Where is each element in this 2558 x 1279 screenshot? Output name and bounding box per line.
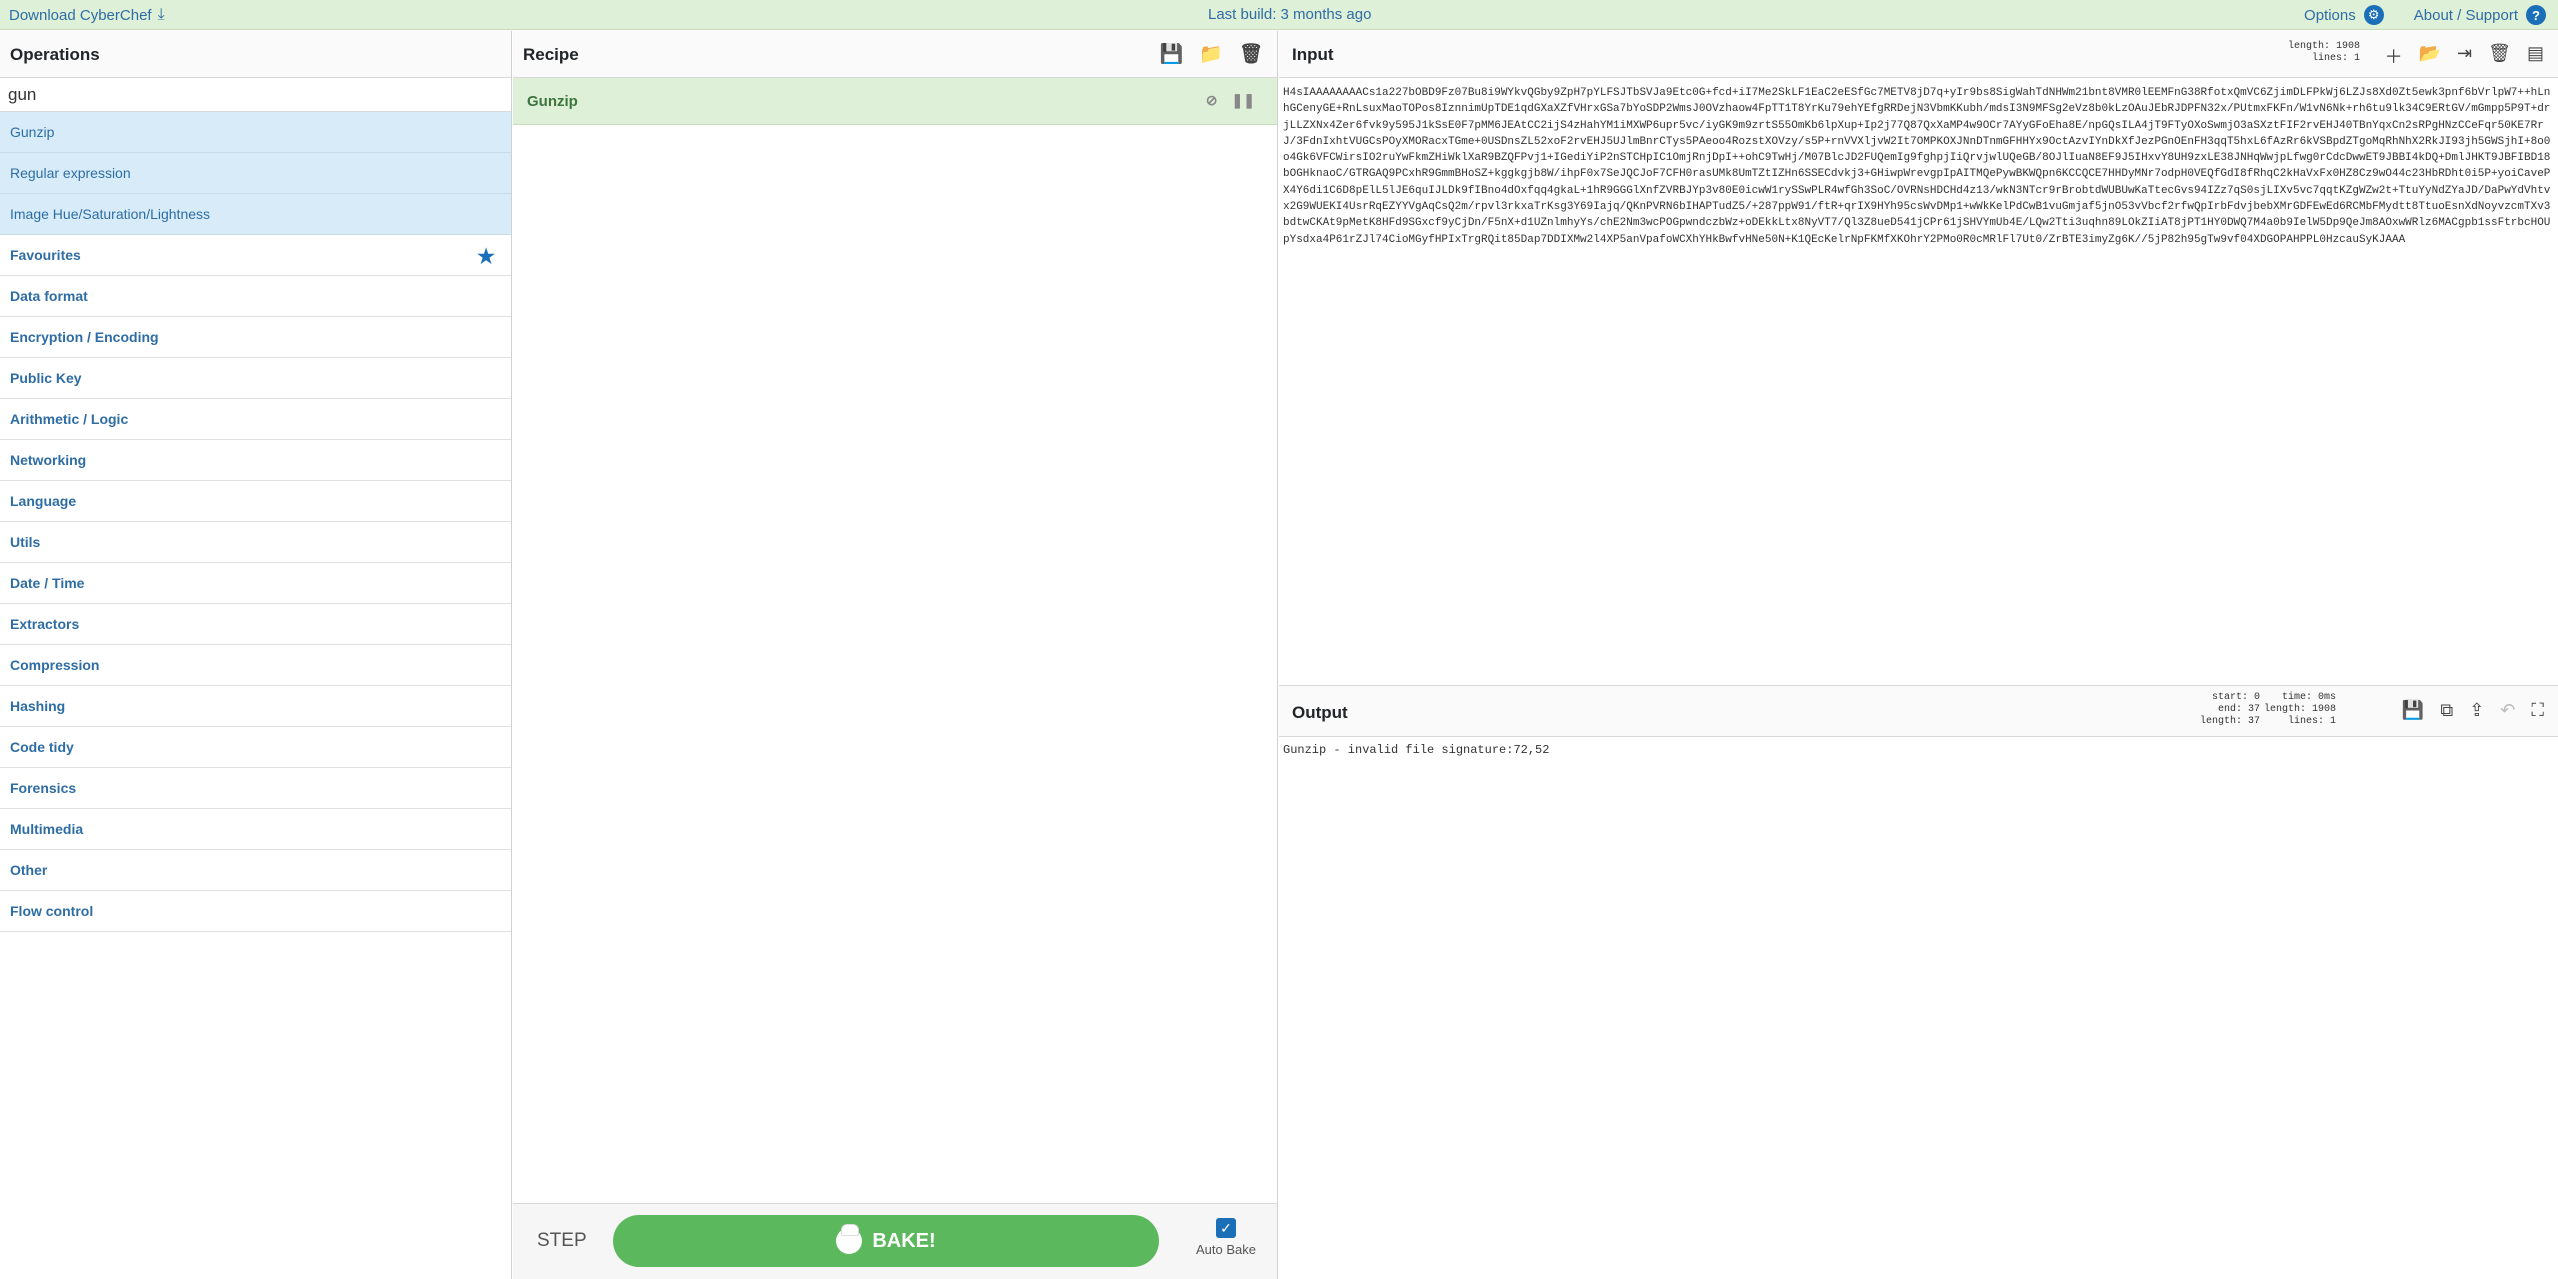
about-link[interactable]: About / Support [2414, 7, 2518, 24]
search-input[interactable] [8, 85, 503, 105]
category-hashing[interactable]: Hashing [0, 686, 511, 727]
open-folder-icon[interactable]: 📂 [2419, 43, 2441, 69]
category-extractors[interactable]: Extractors [0, 604, 511, 645]
output-end: end: 37 [2217, 704, 2260, 715]
category-label: Favourites [10, 247, 81, 263]
recipe-header: Recipe 💾 📁 🗑 [513, 31, 1277, 78]
recipe-title: Recipe [523, 45, 579, 64]
operations-panel: Operations Gunzip Regular expression Ima… [0, 31, 512, 1279]
auto-bake-toggle[interactable]: ✓ Auto Bake [1191, 1218, 1261, 1257]
category-encryption[interactable]: Encryption / Encoding [0, 317, 511, 358]
category-data-format[interactable]: Data format [0, 276, 511, 317]
disable-icon[interactable]: ⊘ [1206, 92, 1218, 109]
category-flow-control[interactable]: Flow control [0, 891, 511, 932]
add-tab-icon[interactable]: ＋ [2385, 43, 2403, 69]
bake-bar: STEP BAKE! ✓ Auto Bake [513, 1203, 1277, 1279]
operations-title: Operations [0, 31, 511, 78]
download-link[interactable]: Download CyberChef ⤓ [9, 6, 165, 24]
input-stats: length: 1908 lines: 1 [2288, 41, 2360, 65]
bake-label: BAKE! [872, 1229, 936, 1252]
input-title: Input [1292, 45, 1334, 64]
download-icon[interactable]: ⤓ [158, 6, 165, 24]
category-public-key[interactable]: Public Key [0, 358, 511, 399]
input-lines: lines: 1 [2311, 53, 2360, 64]
search-result-regex[interactable]: Regular expression [0, 153, 511, 194]
open-file-icon[interactable]: ⇥ [2457, 43, 2472, 69]
output-pos-stats: start: 0 end: 37 length: 37 [2200, 692, 2260, 728]
io-panel: Input length: 1908 lines: 1 ＋ 📂 ⇥ 🗑 ▤ H4… [1279, 31, 2558, 1279]
build-info: Last build: 3 months ago [1208, 6, 1372, 23]
category-compression[interactable]: Compression [0, 645, 511, 686]
pause-icon[interactable]: ❚❚ [1232, 92, 1255, 109]
category-forensics[interactable]: Forensics [0, 768, 511, 809]
category-code-tidy[interactable]: Code tidy [0, 727, 511, 768]
category-date-time[interactable]: Date / Time [0, 563, 511, 604]
save-output-icon[interactable]: 💾 [2402, 700, 2424, 721]
output-header: Output start: 0 end: 37 length: 37 time:… [1279, 685, 2558, 737]
clear-input-icon[interactable]: 🗑 [2488, 43, 2511, 69]
category-arithmetic[interactable]: Arithmetic / Logic [0, 399, 511, 440]
replace-input-icon[interactable]: ⇪ [2469, 700, 2484, 721]
folder-icon[interactable]: 📁 [1199, 42, 1223, 66]
category-other[interactable]: Other [0, 850, 511, 891]
checkbox-icon[interactable]: ✓ [1216, 1218, 1236, 1238]
help-icon[interactable]: ? [2526, 5, 2546, 25]
recipe-item-gunzip[interactable]: Gunzip ⊘ ❚❚ [513, 78, 1277, 125]
search-box[interactable] [0, 78, 511, 112]
trash-icon[interactable]: 🗑 [1239, 42, 1263, 66]
output-lines: lines: 1 [2287, 716, 2336, 727]
output-start: start: 0 [2211, 692, 2260, 703]
auto-bake-label: Auto Bake [1196, 1242, 1256, 1257]
gear-icon[interactable]: ⚙ [2363, 5, 2384, 25]
layout-icon[interactable]: ▤ [2527, 43, 2544, 69]
step-button[interactable]: STEP [537, 1230, 587, 1252]
undo-icon[interactable]: ↶ [2500, 700, 2515, 721]
output-stats: time: 0ms length: 1908 lines: 1 [2264, 692, 2336, 728]
category-utils[interactable]: Utils [0, 522, 511, 563]
category-multimedia[interactable]: Multimedia [0, 809, 511, 850]
input-length: length: 1908 [2287, 41, 2360, 52]
recipe-panel: Recipe 💾 📁 🗑 Gunzip ⊘ ❚❚ STEP BAKE! ✓ Au… [513, 31, 1278, 1279]
search-result-gunzip[interactable]: Gunzip [0, 112, 511, 153]
recipe-item-label: Gunzip [527, 93, 578, 110]
options-link[interactable]: Options [2304, 7, 2356, 24]
output-title: Output [1292, 703, 1348, 722]
save-icon[interactable]: 💾 [1160, 42, 1184, 66]
category-networking[interactable]: Networking [0, 440, 511, 481]
output-text[interactable]: Gunzip - invalid file signature:72,52 [1279, 737, 2558, 1279]
top-banner: Download CyberChef ⤓ Last build: 3 month… [0, 0, 2558, 30]
category-language[interactable]: Language [0, 481, 511, 522]
download-label[interactable]: Download CyberChef [9, 7, 152, 24]
copy-icon[interactable]: ⧉ [2440, 700, 2453, 721]
input-header: Input length: 1908 lines: 1 ＋ 📂 ⇥ 🗑 ▤ [1279, 31, 2558, 78]
category-favourites[interactable]: Favourites ★ [0, 235, 511, 276]
output-time: time: 0ms [2281, 692, 2336, 703]
chef-icon [836, 1224, 863, 1254]
maximise-icon[interactable]: ⛶ [2531, 700, 2544, 721]
output-length: length: 1908 [2263, 704, 2336, 715]
star-icon: ★ [477, 246, 495, 268]
output-sel-length: length: 37 [2199, 716, 2260, 727]
search-result-image-hue[interactable]: Image Hue/Saturation/Lightness [0, 194, 511, 235]
input-textarea[interactable]: H4sIAAAAAAAACs1a227bOBD9Fz07Bu8i9WYkvQGb… [1279, 79, 2558, 685]
bake-button[interactable]: BAKE! [613, 1215, 1159, 1267]
